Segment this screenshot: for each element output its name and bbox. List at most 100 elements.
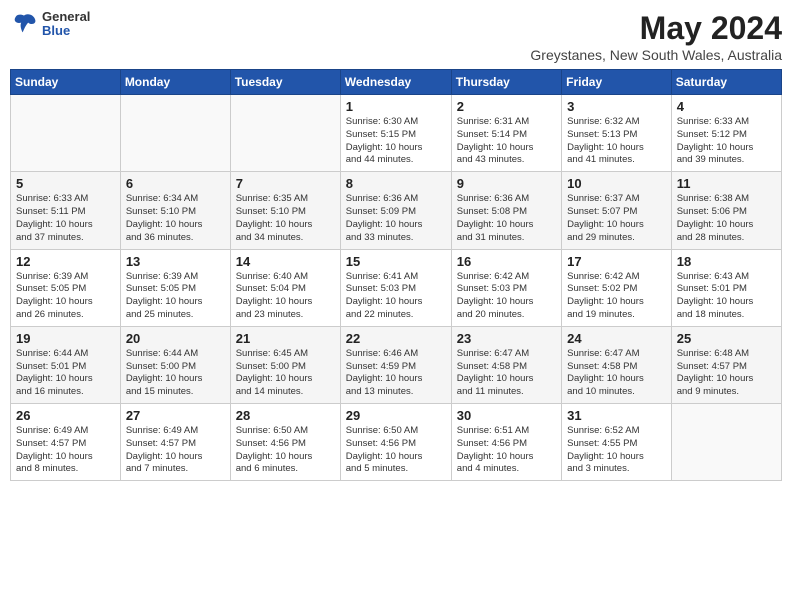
calendar-empty-cell [120,95,230,172]
day-info: Sunrise: 6:36 AM Sunset: 5:09 PM Dayligh… [346,193,446,244]
calendar-day-1: 1Sunrise: 6:30 AM Sunset: 5:15 PM Daylig… [340,95,451,172]
day-info: Sunrise: 6:39 AM Sunset: 5:05 PM Dayligh… [16,271,115,322]
day-number: 15 [346,254,446,269]
day-number: 18 [677,254,776,269]
calendar-day-2: 2 Sunrise: 6:31 AM Sunset: 5:14 PM Daylig… [451,95,561,172]
day-info: Sunrise: 6:39 AM Sunset: 5:05 PM Dayligh… [126,271,225,322]
day-info: Sunrise: 6:34 AM Sunset: 5:10 PM Dayligh… [126,193,225,244]
calendar-day-15: 15 Sunrise: 6:41 AM Sunset: 5:03 PM Dayli… [340,249,451,326]
day-number: 16 [457,254,556,269]
calendar-day-31: 31 Sunrise: 6:52 AM Sunset: 4:55 PM Dayli… [562,404,672,481]
day-number: 27 [126,408,225,423]
day-info: Sunrise: 6:48 AM Sunset: 4:57 PM Dayligh… [677,348,776,399]
logo: General Blue [10,10,90,39]
day-info: Sunrise: 6:37 AM Sunset: 5:07 PM Dayligh… [567,193,666,244]
calendar-table: SundayMondayTuesdayWednesdayThursdayFrid… [10,69,782,481]
weekday-header-wednesday: Wednesday [340,70,451,95]
calendar-day-21: 21 Sunrise: 6:45 AM Sunset: 5:00 PM Dayli… [230,326,340,403]
day-number: 25 [677,331,776,346]
calendar-day-24: 24 Sunrise: 6:47 AM Sunset: 4:58 PM Dayli… [562,326,672,403]
day-number: 23 [457,331,556,346]
calendar-day-23: 23 Sunrise: 6:47 AM Sunset: 4:58 PM Dayli… [451,326,561,403]
day-info: Sunrise: 6:50 AM Sunset: 4:56 PM Dayligh… [236,425,335,476]
calendar-day-12: 12Sunrise: 6:39 AM Sunset: 5:05 PM Dayli… [11,249,121,326]
calendar-day-14: 14 Sunrise: 6:40 AM Sunset: 5:04 PM Dayli… [230,249,340,326]
day-info: Sunrise: 6:49 AM Sunset: 4:57 PM Dayligh… [16,425,115,476]
calendar-day-13: 13Sunrise: 6:39 AM Sunset: 5:05 PM Dayli… [120,249,230,326]
day-number: 6 [126,176,225,191]
day-info: Sunrise: 6:40 AM Sunset: 5:04 PM Dayligh… [236,271,335,322]
calendar-day-9: 9Sunrise: 6:36 AM Sunset: 5:08 PM Daylig… [451,172,561,249]
day-info: Sunrise: 6:43 AM Sunset: 5:01 PM Dayligh… [677,271,776,322]
day-number: 10 [567,176,666,191]
weekday-header-thursday: Thursday [451,70,561,95]
calendar-empty-cell [11,95,121,172]
day-info: Sunrise: 6:50 AM Sunset: 4:56 PM Dayligh… [346,425,446,476]
calendar-day-19: 19 Sunrise: 6:44 AM Sunset: 5:01 PM Dayli… [11,326,121,403]
day-number: 26 [16,408,115,423]
day-info: Sunrise: 6:47 AM Sunset: 4:58 PM Dayligh… [457,348,556,399]
day-number: 22 [346,331,446,346]
calendar-day-22: 22Sunrise: 6:46 AM Sunset: 4:59 PM Dayli… [340,326,451,403]
day-info: Sunrise: 6:44 AM Sunset: 5:01 PM Dayligh… [16,348,115,399]
logo-general: General [42,10,90,24]
calendar-day-25: 25 Sunrise: 6:48 AM Sunset: 4:57 PM Dayli… [671,326,781,403]
logo-bird-icon [10,10,38,38]
calendar-day-17: 17Sunrise: 6:42 AM Sunset: 5:02 PM Dayli… [562,249,672,326]
day-info: Sunrise: 6:38 AM Sunset: 5:06 PM Dayligh… [677,193,776,244]
weekday-header-tuesday: Tuesday [230,70,340,95]
day-number: 9 [457,176,556,191]
day-info: Sunrise: 6:44 AM Sunset: 5:00 PM Dayligh… [126,348,225,399]
day-info: Sunrise: 6:31 AM Sunset: 5:14 PM Dayligh… [457,116,556,167]
calendar-day-4: 4Sunrise: 6:33 AM Sunset: 5:12 PM Daylig… [671,95,781,172]
day-info: Sunrise: 6:30 AM Sunset: 5:15 PM Dayligh… [346,116,446,167]
weekday-header-saturday: Saturday [671,70,781,95]
day-info: Sunrise: 6:35 AM Sunset: 5:10 PM Dayligh… [236,193,335,244]
day-info: Sunrise: 6:32 AM Sunset: 5:13 PM Dayligh… [567,116,666,167]
calendar-day-3: 3 Sunrise: 6:32 AM Sunset: 5:13 PM Daylig… [562,95,672,172]
day-number: 8 [346,176,446,191]
calendar-title: May 2024 [530,10,782,47]
calendar-day-26: 26 Sunrise: 6:49 AM Sunset: 4:57 PM Dayli… [11,404,121,481]
day-number: 28 [236,408,335,423]
calendar-day-30: 30Sunrise: 6:51 AM Sunset: 4:56 PM Dayli… [451,404,561,481]
day-number: 21 [236,331,335,346]
calendar-day-18: 18 Sunrise: 6:43 AM Sunset: 5:01 PM Dayli… [671,249,781,326]
calendar-day-6: 6 Sunrise: 6:34 AM Sunset: 5:10 PM Daylig… [120,172,230,249]
day-info: Sunrise: 6:41 AM Sunset: 5:03 PM Dayligh… [346,271,446,322]
day-number: 11 [677,176,776,191]
logo-blue: Blue [42,24,90,38]
weekday-header-sunday: Sunday [11,70,121,95]
calendar-day-29: 29 Sunrise: 6:50 AM Sunset: 4:56 PM Dayli… [340,404,451,481]
calendar-week-row: 19 Sunrise: 6:44 AM Sunset: 5:01 PM Dayli… [11,326,782,403]
weekday-header-friday: Friday [562,70,672,95]
calendar-week-row: 1Sunrise: 6:30 AM Sunset: 5:15 PM Daylig… [11,95,782,172]
day-number: 3 [567,99,666,114]
day-info: Sunrise: 6:45 AM Sunset: 5:00 PM Dayligh… [236,348,335,399]
calendar-day-20: 20Sunrise: 6:44 AM Sunset: 5:00 PM Dayli… [120,326,230,403]
calendar-empty-cell [671,404,781,481]
day-info: Sunrise: 6:52 AM Sunset: 4:55 PM Dayligh… [567,425,666,476]
day-info: Sunrise: 6:49 AM Sunset: 4:57 PM Dayligh… [126,425,225,476]
day-number: 17 [567,254,666,269]
day-number: 2 [457,99,556,114]
logo-text: General Blue [42,10,90,39]
day-number: 31 [567,408,666,423]
calendar-day-5: 5Sunrise: 6:33 AM Sunset: 5:11 PM Daylig… [11,172,121,249]
calendar-day-28: 28 Sunrise: 6:50 AM Sunset: 4:56 PM Dayli… [230,404,340,481]
day-info: Sunrise: 6:47 AM Sunset: 4:58 PM Dayligh… [567,348,666,399]
day-number: 24 [567,331,666,346]
calendar-week-row: 5Sunrise: 6:33 AM Sunset: 5:11 PM Daylig… [11,172,782,249]
day-info: Sunrise: 6:33 AM Sunset: 5:12 PM Dayligh… [677,116,776,167]
page-header: General Blue May 2024 Greystanes, New So… [10,10,782,63]
day-number: 14 [236,254,335,269]
day-number: 29 [346,408,446,423]
day-number: 7 [236,176,335,191]
day-info: Sunrise: 6:42 AM Sunset: 5:03 PM Dayligh… [457,271,556,322]
calendar-week-row: 26 Sunrise: 6:49 AM Sunset: 4:57 PM Dayli… [11,404,782,481]
day-number: 19 [16,331,115,346]
calendar-day-27: 27 Sunrise: 6:49 AM Sunset: 4:57 PM Dayli… [120,404,230,481]
calendar-day-7: 7 Sunrise: 6:35 AM Sunset: 5:10 PM Daylig… [230,172,340,249]
calendar-location: Greystanes, New South Wales, Australia [530,47,782,63]
calendar-week-row: 12Sunrise: 6:39 AM Sunset: 5:05 PM Dayli… [11,249,782,326]
